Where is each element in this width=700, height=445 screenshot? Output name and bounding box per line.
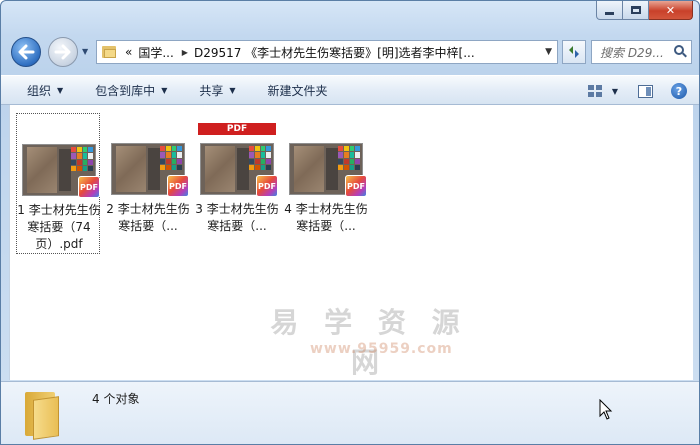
- file-name: 2 李士材先生伤寒括要（...: [106, 202, 190, 233]
- recent-pages-dropdown[interactable]: ▼: [82, 47, 92, 57]
- file-name: 1 李士材先生伤寒括要（74页）.pdf: [17, 203, 101, 251]
- chevron-down-icon: ▼: [161, 85, 168, 95]
- pdf-badge-icon: PDF: [256, 175, 278, 197]
- new-folder-label: 新建文件夹: [267, 83, 328, 98]
- details-pane: 4 个对象: [1, 381, 699, 444]
- chevron-down-icon: ▼: [229, 85, 236, 95]
- color-chart-icon: [160, 146, 182, 170]
- pdf-badge-icon: PDF: [345, 175, 367, 197]
- file-list-pane[interactable]: PDF 1 李士材先生伤寒括要（74页）.pdf PDF 2 李士材先生伤寒括要…: [9, 105, 693, 380]
- pdf-thumbnail: PDF: [109, 131, 189, 197]
- address-bar[interactable]: « 国学... ▶ D29517 《李士材先生伤寒括要》[明]选者李中梓[...…: [96, 40, 558, 64]
- pdf-thumbnail: PDF PDF: [198, 123, 278, 197]
- object-count: 4 个对象: [92, 392, 140, 406]
- color-chart-icon: [249, 146, 271, 170]
- include-in-library-label: 包含到库中: [95, 83, 156, 98]
- help-icon[interactable]: ?: [671, 83, 687, 99]
- organize-button[interactable]: 组织 ▼: [19, 78, 71, 102]
- close-button[interactable]: ✕: [649, 1, 693, 20]
- pdf-header-strip: PDF: [198, 123, 276, 135]
- share-label: 共享: [199, 83, 224, 98]
- pdf-thumbnail: PDF: [20, 132, 100, 198]
- toolbar-right: ▼ ?: [580, 76, 699, 106]
- organize-label: 组织: [27, 83, 52, 98]
- folder-icon: [101, 44, 119, 60]
- command-bar: 组织 ▼ 包含到库中 ▼ 共享 ▼ 新建文件夹 ▼ ?: [1, 75, 699, 106]
- minimize-icon: [605, 11, 614, 15]
- mouse-cursor-icon: [599, 399, 613, 420]
- forward-button[interactable]: [48, 37, 78, 67]
- back-arrow-icon: [18, 44, 35, 60]
- watermark-url: www.95959.com: [310, 341, 453, 357]
- minimize-button[interactable]: [596, 1, 623, 20]
- breadcrumb-separator-icon[interactable]: ▶: [182, 48, 188, 57]
- caption-buttons: ✕: [596, 1, 693, 20]
- breadcrumb-item-current[interactable]: D29517 《李士材先生伤寒括要》[明]选者李中梓[...: [194, 44, 475, 61]
- close-icon: ✕: [665, 3, 676, 17]
- back-button[interactable]: [11, 37, 41, 67]
- file-item-4[interactable]: PDF 4 李士材先生伤寒括要（...: [284, 113, 368, 254]
- address-dropdown-icon[interactable]: ▼: [545, 47, 552, 57]
- share-button[interactable]: 共享 ▼: [191, 78, 243, 102]
- search-icon[interactable]: [674, 45, 688, 59]
- file-item-3[interactable]: PDF PDF 3 李士材先生伤寒括要（...: [195, 113, 279, 254]
- explorer-window: ✕ ▼ « 国学... ▶ D29517 《李士材先生伤寒括要》[明]选者李中梓…: [0, 0, 700, 445]
- breadcrumb-overflow[interactable]: «: [125, 45, 132, 59]
- file-name: 4 李士材先生伤寒括要（...: [284, 202, 368, 233]
- file-item-2[interactable]: PDF 2 李士材先生伤寒括要（...: [106, 113, 190, 254]
- search-input[interactable]: 搜索 D29...: [600, 44, 672, 61]
- color-chart-icon: [71, 147, 93, 171]
- maximize-button[interactable]: [623, 1, 649, 20]
- forward-arrow-icon: [54, 44, 71, 60]
- view-options-chevron-icon[interactable]: ▼: [612, 87, 618, 96]
- refresh-button[interactable]: [562, 40, 586, 64]
- pdf-badge-icon: PDF: [167, 175, 189, 197]
- pdf-badge-icon: PDF: [78, 176, 100, 198]
- file-name: 3 李士材先生伤寒括要（...: [195, 202, 279, 233]
- maximize-icon: [630, 6, 641, 14]
- change-view-icon[interactable]: [587, 85, 602, 97]
- search-box[interactable]: 搜索 D29...: [591, 40, 692, 64]
- new-folder-button[interactable]: 新建文件夹: [260, 78, 336, 102]
- pdf-thumbnail: PDF: [287, 131, 367, 197]
- chevron-down-icon: ▼: [57, 85, 64, 95]
- folder-icon: [21, 386, 65, 440]
- breadcrumb-item[interactable]: 国学...: [138, 44, 173, 61]
- include-in-library-button[interactable]: 包含到库中 ▼: [87, 78, 175, 102]
- navigation-bar: ▼ « 国学... ▶ D29517 《李士材先生伤寒括要》[明]选者李中梓[.…: [1, 33, 699, 69]
- preview-pane-icon[interactable]: [638, 84, 653, 98]
- color-chart-icon: [338, 146, 360, 170]
- refresh-icon: [569, 46, 579, 58]
- file-item-1[interactable]: PDF 1 李士材先生伤寒括要（74页）.pdf: [16, 113, 101, 254]
